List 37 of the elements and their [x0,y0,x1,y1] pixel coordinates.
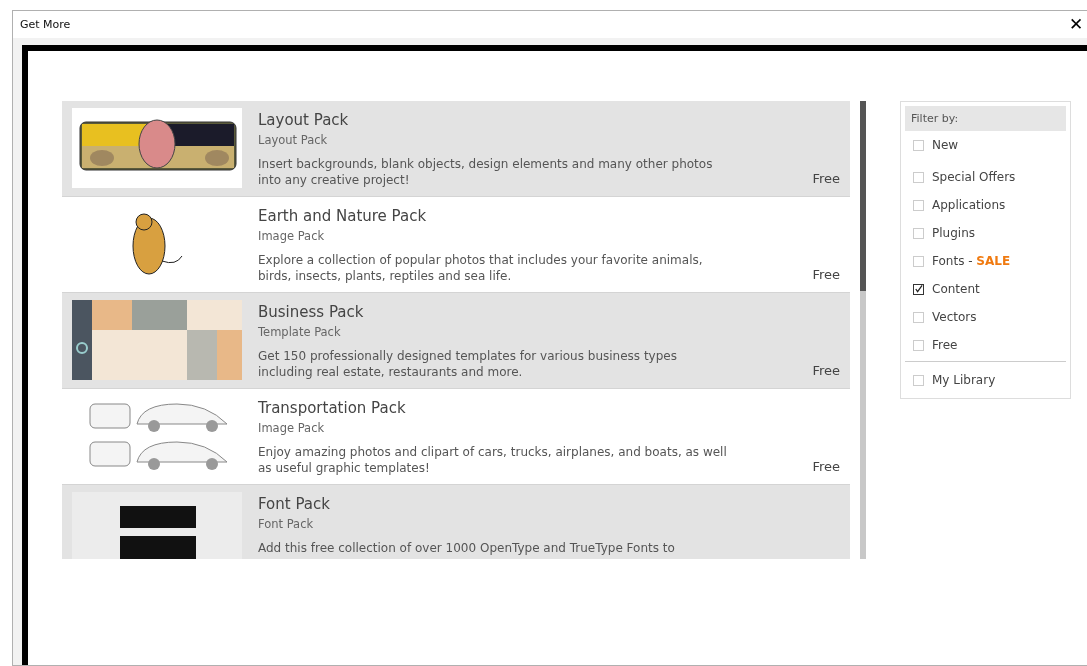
product-type: Font Pack [258,517,315,531]
filter-option[interactable]: Fonts - SALE [905,247,1066,275]
product-type: Image Pack [258,421,326,435]
product-title: Layout Pack [258,111,350,129]
product-description: Add this free collection of over 1000 OpenType and TrueType Fonts to [258,540,676,556]
product-row[interactable]: Font Pack Font Pack Add this free collection of over 1000 OpenType and TrueType Fonts to [62,485,850,559]
price-label: Free [812,267,840,282]
close-button[interactable]: ✕ [1065,16,1087,33]
product-description: Insert backgrounds, blank objects, design elements and many other photos into any creative project! [258,156,714,188]
checkbox[interactable] [913,283,924,295]
product-type: Template Pack [258,325,342,339]
product-row[interactable]: Layout Pack Layout Pack Insert backgrounds, blank objects, design elements and many other photos into any creative project! Free [62,101,850,197]
filter-option[interactable]: Plugins [905,219,1066,247]
price-label: Free [812,171,840,186]
product-title: Font Pack [258,495,331,513]
filter-option[interactable]: Content [905,275,1066,303]
filter-option[interactable]: Free [905,331,1066,359]
window-title: Get More [20,18,71,31]
product-title: Transportation Pack [258,399,407,417]
price-label: Free [812,363,840,378]
filter-option[interactable]: New [905,131,1066,159]
product-description: Explore a collection of popular photos that includes your favorite animals, birds, insects, plants, reptiles and sea life. [258,252,704,284]
filter-heading: Filter by: [905,106,1066,131]
product-type: Layout Pack [258,133,329,147]
filter-option[interactable]: Special Offers [905,163,1066,191]
price-label: Free [812,459,840,474]
product-row[interactable]: Business Pack Template Pack Get 150 professionally designed templates for various business types including real estate, restaurants and more. Free [62,293,850,389]
product-type: Image Pack [258,229,326,243]
product-title: Business Pack [258,303,365,321]
filter-option[interactable]: My Library [905,366,1066,394]
product-description: Enjoy amazing photos and clipart of cars, trucks, airplanes, and boats, as well as useful graphic templates! [258,444,728,476]
product-title: Earth and Nature Pack [258,207,428,225]
product-description: Get 150 professionally designed templates for various business types including real estate, restaurants and more. [258,348,678,380]
scrollbar-thumb[interactable] [860,101,866,291]
scrollbar-track[interactable] [860,101,866,559]
filter-option[interactable]: Vectors [905,303,1066,331]
filter-option[interactable]: Applications [905,191,1066,219]
